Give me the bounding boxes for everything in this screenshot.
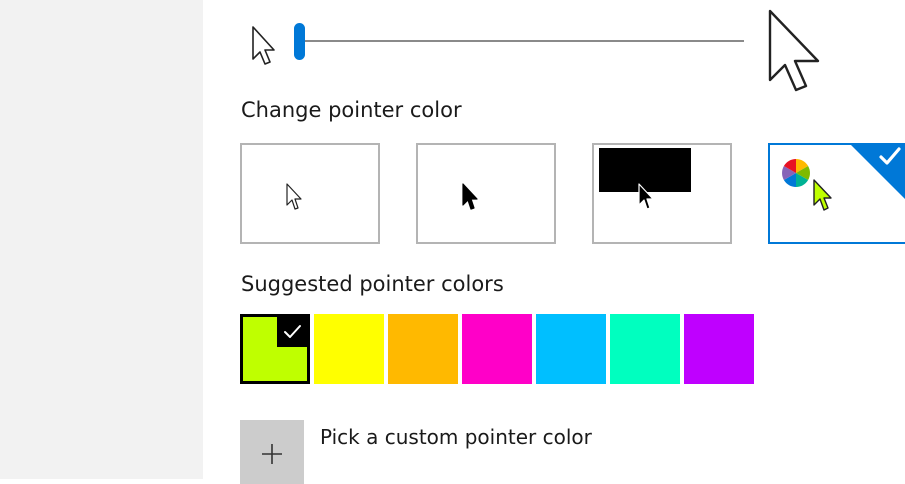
pointer-color-black-option[interactable] [416,143,556,244]
cursor-small-icon [252,26,275,65]
white-cursor-icon [286,183,302,210]
size-slider-thumb[interactable] [294,23,305,60]
color-swatch[interactable] [462,314,532,384]
inverted-cursor-icon [638,183,654,210]
color-swatch[interactable] [610,314,680,384]
change-pointer-color-heading: Change pointer color [241,98,462,122]
color-swatch[interactable] [314,314,384,384]
color-wheel-cursor-icon [813,179,832,211]
navigation-pane [0,0,203,479]
pointer-color-custom-option[interactable] [768,143,905,244]
color-wheel-icon [782,159,810,187]
color-swatch[interactable] [684,314,754,384]
size-slider-track[interactable] [300,40,744,42]
color-swatch[interactable] [240,314,310,384]
checkmark-icon [879,147,901,165]
color-swatch[interactable] [388,314,458,384]
checkmark-icon [284,325,301,338]
color-swatch[interactable] [536,314,606,384]
swatch-selected-indicator [277,317,307,347]
cursor-large-icon [768,9,820,92]
pick-custom-color-link[interactable]: Pick a custom pointer color [320,425,592,449]
black-cursor-icon [462,183,478,210]
pointer-color-inverted-option[interactable] [592,143,732,244]
plus-icon [262,444,282,464]
suggested-pointer-colors-heading: Suggested pointer colors [241,272,504,296]
pointer-color-white-option[interactable] [240,143,380,244]
add-custom-color-button[interactable] [240,420,304,484]
